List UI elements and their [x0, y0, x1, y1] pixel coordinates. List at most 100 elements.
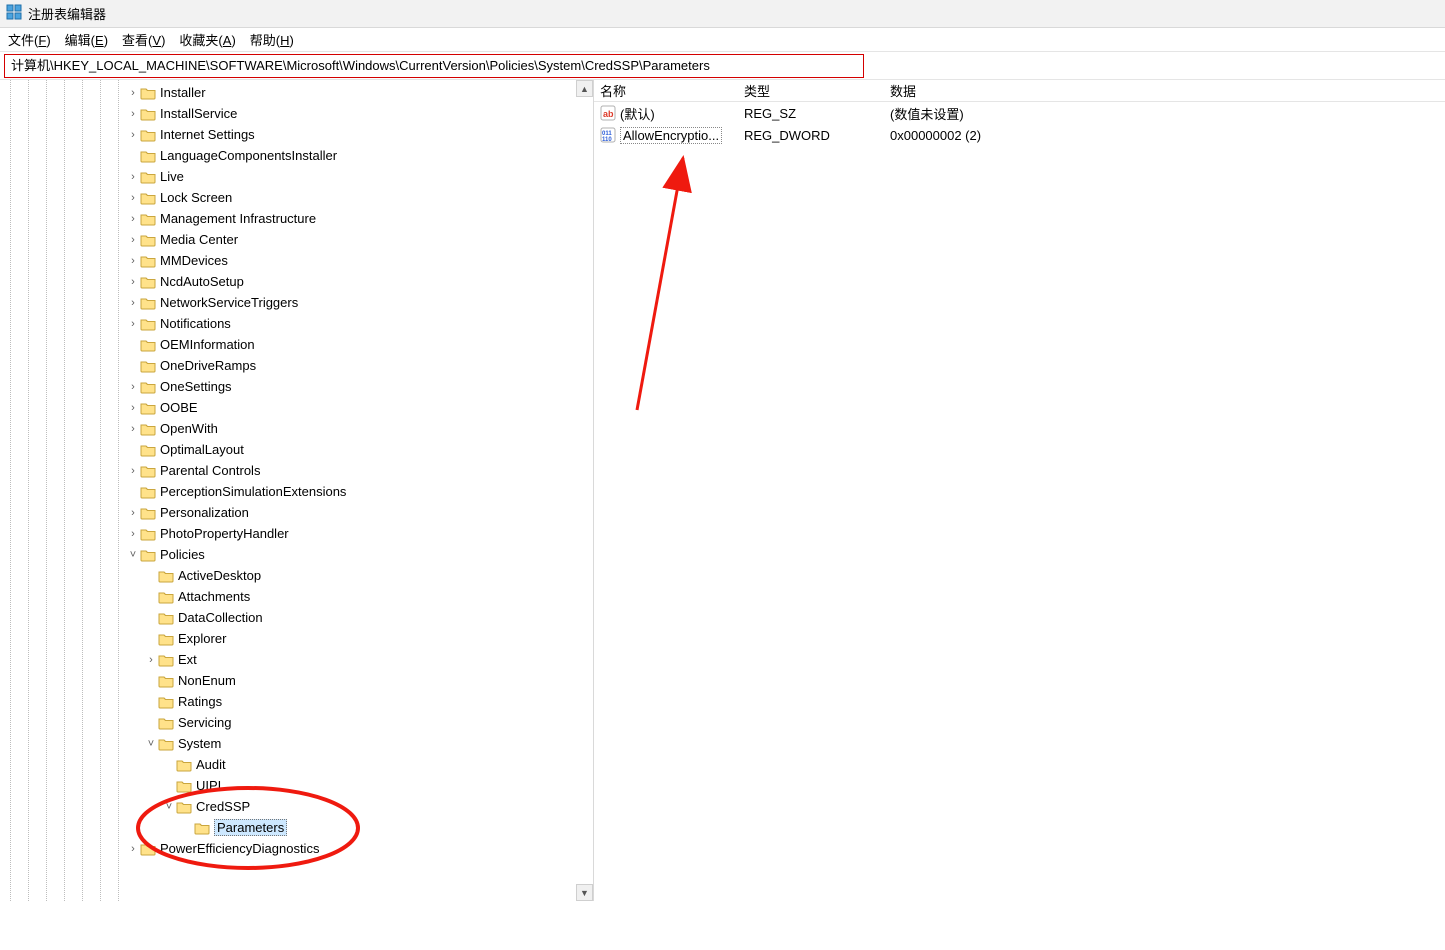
column-header-type[interactable]: 类型 — [738, 81, 884, 100]
tree-item[interactable]: ›LanguageComponentsInstaller — [0, 145, 593, 166]
chevron-right-icon[interactable]: › — [126, 381, 140, 393]
column-header-data[interactable]: 数据 — [884, 81, 1445, 100]
tree-item[interactable]: ›MMDevices — [0, 250, 593, 271]
tree-item[interactable]: ›Internet Settings — [0, 124, 593, 145]
tree-item[interactable]: ›Ratings — [0, 691, 593, 712]
tree-item[interactable]: ›ActiveDesktop — [0, 565, 593, 586]
tree-item-label: OpenWith — [160, 421, 218, 436]
values-header[interactable]: 名称 类型 数据 — [594, 80, 1445, 102]
value-type: REG_DWORD — [738, 128, 884, 143]
tree-item-label: OEMInformation — [160, 337, 255, 352]
tree-item[interactable]: ›DataCollection — [0, 607, 593, 628]
tree-item-label: Lock Screen — [160, 190, 232, 205]
tree-item[interactable]: › Lock Screen — [0, 187, 593, 208]
chevron-right-icon[interactable]: › — [126, 87, 140, 99]
tree-item[interactable]: ›InstallService — [0, 103, 593, 124]
tree-item[interactable]: ›NonEnum — [0, 670, 593, 691]
tree-item[interactable]: ›Attachments — [0, 586, 593, 607]
tree-item[interactable]: › Live — [0, 166, 593, 187]
tree-item[interactable]: ›Servicing — [0, 712, 593, 733]
folder-icon — [140, 212, 156, 226]
chevron-right-icon[interactable]: › — [126, 234, 140, 246]
chevron-right-icon[interactable]: › — [126, 276, 140, 288]
tree-item[interactable]: ›Explorer — [0, 628, 593, 649]
tree-item[interactable]: ›OneDriveRamps — [0, 355, 593, 376]
value-name: (默认) — [620, 104, 655, 123]
tree-item[interactable]: ›Parental Controls — [0, 460, 593, 481]
chevron-down-icon[interactable]: ˅ — [126, 549, 140, 561]
menu-file[interactable]: 文件(F) — [8, 30, 51, 49]
tree-item-label: ActiveDesktop — [178, 568, 261, 583]
chevron-right-icon[interactable]: › — [126, 423, 140, 435]
chevron-down-icon[interactable]: ˅ — [144, 738, 158, 750]
tree-item-label: Management Infrastructure — [160, 211, 316, 226]
tree-item[interactable]: ›Media Center — [0, 229, 593, 250]
tree-item[interactable]: ›PowerEfficiencyDiagnostics — [0, 838, 593, 859]
tree-item[interactable]: ›OEMInformation — [0, 334, 593, 355]
value-row[interactable]: 011110AllowEncryptio...REG_DWORD0x000000… — [594, 124, 1445, 146]
chevron-right-icon[interactable]: › — [126, 171, 140, 183]
tree-item[interactable]: ›Audit — [0, 754, 593, 775]
tree-item[interactable]: ›Parameters — [0, 817, 593, 838]
string-value-icon: ab — [600, 105, 616, 121]
tree-item[interactable]: › Management Infrastructure — [0, 208, 593, 229]
folder-icon — [140, 128, 156, 142]
tree-item[interactable]: ›Notifications — [0, 313, 593, 334]
tree-item-label: Live — [160, 169, 184, 184]
menu-edit[interactable]: 编辑(E) — [65, 30, 108, 49]
tree-item-label: OneDriveRamps — [160, 358, 256, 373]
tree-item[interactable]: ˅ Policies — [0, 544, 593, 565]
chevron-right-icon[interactable]: › — [126, 465, 140, 477]
address-input[interactable]: 计算机\HKEY_LOCAL_MACHINE\SOFTWARE\Microsof… — [4, 54, 864, 78]
folder-icon — [158, 632, 174, 646]
tree-item[interactable]: ˅CredSSP — [0, 796, 593, 817]
tree-item[interactable]: ›Personalization — [0, 502, 593, 523]
tree-item[interactable]: ›OOBE — [0, 397, 593, 418]
chevron-right-icon[interactable]: › — [126, 255, 140, 267]
tree-item[interactable]: ›PhotoPropertyHandler — [0, 523, 593, 544]
chevron-right-icon[interactable]: › — [126, 843, 140, 855]
folder-icon — [140, 464, 156, 478]
chevron-right-icon[interactable]: › — [144, 654, 158, 666]
titlebar: 注册表编辑器 — [0, 0, 1445, 28]
menu-favorites[interactable]: 收藏夹(A) — [179, 30, 235, 49]
menu-view[interactable]: 查看(V) — [122, 30, 165, 49]
folder-icon — [158, 653, 174, 667]
window-title: 注册表编辑器 — [28, 4, 106, 23]
chevron-right-icon[interactable]: › — [126, 528, 140, 540]
tree-pane[interactable]: ▲ ▼ ›Installer›InstallService›Internet S… — [0, 80, 594, 901]
chevron-right-icon[interactable]: › — [126, 297, 140, 309]
tree-item[interactable]: ›OneSettings — [0, 376, 593, 397]
tree-item[interactable]: ›UIPI — [0, 775, 593, 796]
svg-text:110: 110 — [602, 137, 612, 143]
folder-icon — [140, 275, 156, 289]
chevron-right-icon[interactable]: › — [126, 213, 140, 225]
chevron-right-icon[interactable]: › — [126, 507, 140, 519]
folder-icon — [140, 422, 156, 436]
chevron-right-icon[interactable]: › — [126, 108, 140, 120]
folder-icon — [140, 296, 156, 310]
tree-item[interactable]: ›NcdAutoSetup — [0, 271, 593, 292]
chevron-down-icon[interactable]: ˅ — [162, 801, 176, 813]
value-row[interactable]: ab(默认)REG_SZ(数值未设置) — [594, 102, 1445, 124]
folder-icon — [140, 527, 156, 541]
tree-item[interactable]: ›OptimalLayout — [0, 439, 593, 460]
scroll-down-icon[interactable]: ▼ — [576, 884, 593, 901]
scroll-up-icon[interactable]: ▲ — [576, 80, 593, 97]
folder-icon — [158, 590, 174, 604]
tree-item[interactable]: ›Installer — [0, 82, 593, 103]
chevron-right-icon[interactable]: › — [126, 129, 140, 141]
tree-item[interactable]: ›NetworkServiceTriggers — [0, 292, 593, 313]
chevron-right-icon[interactable]: › — [126, 402, 140, 414]
tree-item[interactable]: ›PerceptionSimulationExtensions — [0, 481, 593, 502]
menu-help[interactable]: 帮助(H) — [250, 30, 294, 49]
chevron-right-icon[interactable]: › — [126, 318, 140, 330]
tree-item[interactable]: › OpenWith — [0, 418, 593, 439]
folder-icon — [158, 674, 174, 688]
tree-item[interactable]: ˅System — [0, 733, 593, 754]
chevron-right-icon[interactable]: › — [126, 192, 140, 204]
tree-item[interactable]: ›Ext — [0, 649, 593, 670]
tree-item-label: Policies — [160, 547, 205, 562]
column-header-name[interactable]: 名称 — [594, 81, 738, 100]
folder-icon — [140, 401, 156, 415]
